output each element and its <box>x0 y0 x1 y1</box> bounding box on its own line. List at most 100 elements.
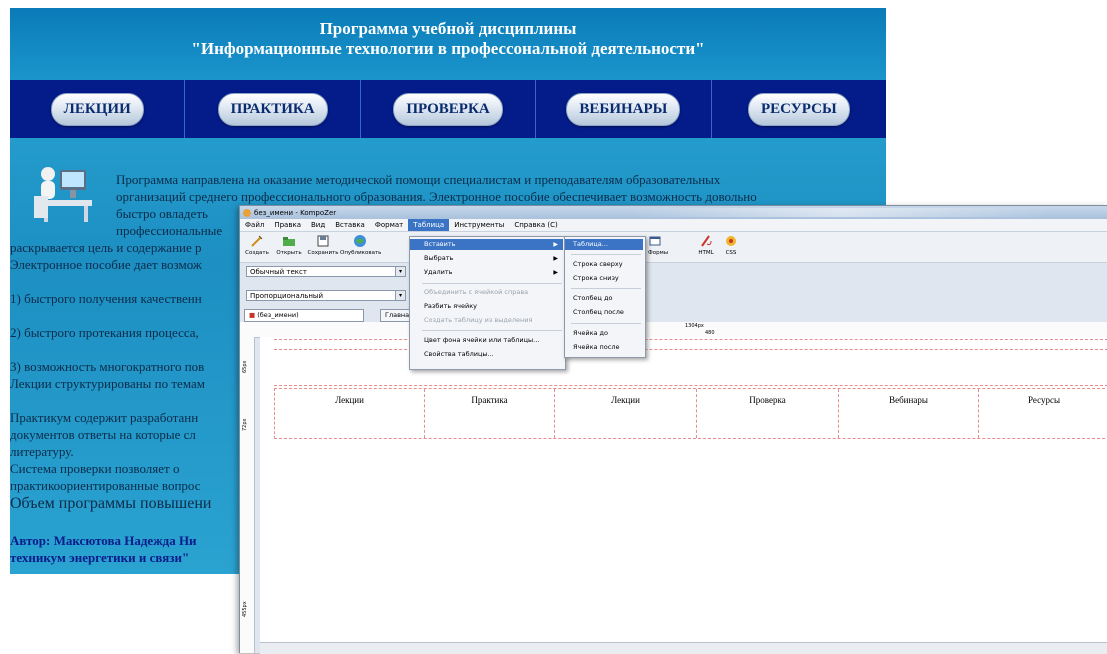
nav-cell: ПРАКТИКА <box>185 80 361 138</box>
text-line: документов ответы на которые сл <box>10 427 196 442</box>
nav-cell: РЕСУРСЫ <box>712 80 886 138</box>
css-button[interactable]: CSS <box>720 234 742 256</box>
text-line: Практикум содержит разработанн <box>10 410 199 425</box>
menu-table[interactable]: Таблица <box>408 219 450 231</box>
text-line: 3) возможность многократного пов <box>10 359 205 374</box>
text-line: раскрывается цель и содержание р <box>10 240 202 255</box>
title-bar: без_имени - KompoZer <box>240 206 1107 219</box>
menu-item-label: Удалить <box>424 268 453 276</box>
horizontal-ruler: 1304px 480 <box>240 322 1107 338</box>
menu-edit[interactable]: Правка <box>269 219 306 231</box>
nav-check-button[interactable]: ПРОВЕРКА <box>393 92 503 126</box>
tab-untitled-label: (без_имени) <box>257 311 299 319</box>
save-disk-icon <box>317 235 329 247</box>
menu-item-delete[interactable]: Удалить ▶ <box>410 267 563 278</box>
menu-item-table-from-selection[interactable]: Создать таблицу из выделения <box>410 315 563 326</box>
author-line: техникум энергетики и связи" <box>10 550 190 565</box>
menu-item-label: Выбрать <box>424 254 454 262</box>
open-label: Открыть <box>276 250 302 256</box>
html-label: HTML <box>698 250 714 256</box>
publish-globe-icon <box>354 235 366 247</box>
publish-button[interactable]: Опубликовать <box>340 234 381 256</box>
text-line: 2) быстрого протекания процесса, <box>10 325 199 340</box>
submenu-item-row-below[interactable]: Строка снизу <box>565 273 643 284</box>
table-cell[interactable]: Проверка <box>697 389 839 438</box>
open-button[interactable]: Открыть <box>272 234 306 256</box>
vruler-label: 72px <box>242 418 248 432</box>
toolbar: Создать Открыть Сохранить Опубликовать ы… <box>240 232 1107 263</box>
css-icon <box>726 236 736 246</box>
paragraph-format-select[interactable]: Обычный текст ▾ <box>246 266 406 277</box>
text-line: 1) быстрого получения качественн <box>10 291 202 306</box>
text-line: практикоориентированные вопрос <box>10 478 201 493</box>
menu-item-split-cell[interactable]: Разбить ячейку <box>410 301 563 312</box>
menu-separator <box>571 254 641 255</box>
site-nav: ЛЕКЦИИ ПРАКТИКА ПРОВЕРКА ВЕБИНАРЫ РЕСУРС… <box>10 80 886 138</box>
ruler-cell-label: 480 <box>705 330 715 336</box>
submenu-item-column-after[interactable]: Столбец после <box>565 307 643 318</box>
nav-cell: ЛЕКЦИИ <box>10 80 186 138</box>
text-line: Лекции структурированы по темам <box>10 376 205 391</box>
menu-separator <box>571 288 641 289</box>
kompozer-window: без_имени - KompoZer Файл Правка Вид Вст… <box>239 205 1107 654</box>
table-border-line <box>274 339 1107 340</box>
chevron-down-icon[interactable]: ▾ <box>395 291 405 300</box>
table-cell[interactable]: Практика <box>425 389 555 438</box>
menu-view[interactable]: Вид <box>306 219 330 231</box>
menu-item-merge-right[interactable]: Объединить с ячейкой справа <box>410 287 563 298</box>
menu-item-select[interactable]: Выбрать ▶ <box>410 253 563 264</box>
menu-help[interactable]: Справка (С) <box>509 219 562 231</box>
menu-item-table-properties[interactable]: Свойства таблицы... <box>410 349 563 360</box>
menu-file[interactable]: Файл <box>240 219 269 231</box>
font-value: Пропорциональный <box>250 292 324 300</box>
nav-practice-button[interactable]: ПРАКТИКА <box>217 92 328 126</box>
new-button[interactable]: Создать <box>240 234 274 256</box>
html-table[interactable]: Лекции Практика Лекции Проверка Вебинары… <box>274 388 1107 439</box>
nav-resources-button[interactable]: РЕСУРСЫ <box>747 92 850 126</box>
font-select[interactable]: Пропорциональный ▾ <box>246 290 406 301</box>
save-label: Сохранить <box>307 250 339 256</box>
menu-tools[interactable]: Инструменты <box>449 219 509 231</box>
table-cell[interactable]: Вебинары <box>839 389 979 438</box>
submenu-item-cell-after[interactable]: Ячейка после <box>565 342 643 353</box>
chevron-right-icon: ▶ <box>553 269 558 276</box>
table-cell[interactable]: Лекции <box>555 389 697 438</box>
save-button[interactable]: Сохранить <box>306 234 340 256</box>
submenu-item-cell-before[interactable]: Ячейка до <box>565 328 643 339</box>
submenu-item-table[interactable]: Таблица... <box>565 239 643 250</box>
text-line: Электронное пособие дает возмож <box>10 257 202 272</box>
menu-item-label: Вставить <box>424 240 456 248</box>
document-icon: ■ <box>249 311 256 319</box>
menu-separator <box>571 323 641 324</box>
intro-line: организаций среднего профессионального о… <box>116 189 757 204</box>
nav-cell: ПРОВЕРКА <box>361 80 537 138</box>
menu-item-background-color[interactable]: Цвет фона ячейки или таблицы... <box>410 335 563 346</box>
chevron-right-icon: ▶ <box>553 241 558 248</box>
html-icon <box>701 235 712 247</box>
menu-format[interactable]: Формат <box>370 219 408 231</box>
intro-line: профессиональные <box>116 223 223 238</box>
nav-cell: ВЕБИНАРЫ <box>536 80 712 138</box>
intro-line: Программа направлена на оказание методич… <box>116 172 721 187</box>
insert-submenu: Таблица... Строка сверху Строка снизу Ст… <box>564 236 646 358</box>
vruler-label: 65px <box>242 360 248 374</box>
table-cell[interactable]: Ресурсы <box>979 389 1107 438</box>
text-line: литературу. <box>10 444 74 459</box>
submenu-item-column-before[interactable]: Столбец до <box>565 293 643 304</box>
chevron-right-icon: ▶ <box>553 255 558 262</box>
tab-untitled[interactable]: ■ (без_имени) <box>244 309 364 322</box>
ruler-width-label: 1304px <box>685 323 704 329</box>
html-button[interactable]: HTML <box>695 234 717 256</box>
nav-lectures-button[interactable]: ЛЕКЦИИ <box>50 92 144 126</box>
horizontal-scrollbar[interactable] <box>260 642 1107 654</box>
editing-area[interactable]: Лекции Практика Лекции Проверка Вебинары… <box>260 337 1107 642</box>
table-cell[interactable]: Лекции <box>275 389 425 438</box>
chevron-down-icon[interactable]: ▾ <box>395 267 405 276</box>
nav-webinars-button[interactable]: ВЕБИНАРЫ <box>566 92 681 126</box>
submenu-item-row-above[interactable]: Строка сверху <box>565 259 643 270</box>
paragraph-format-value: Обычный текст <box>250 268 307 276</box>
kompozer-app-icon <box>243 208 251 217</box>
menu-item-insert[interactable]: Вставить ▶ <box>410 239 563 250</box>
menu-insert[interactable]: Вставка <box>330 219 370 231</box>
vruler-label: 455px <box>242 601 248 617</box>
